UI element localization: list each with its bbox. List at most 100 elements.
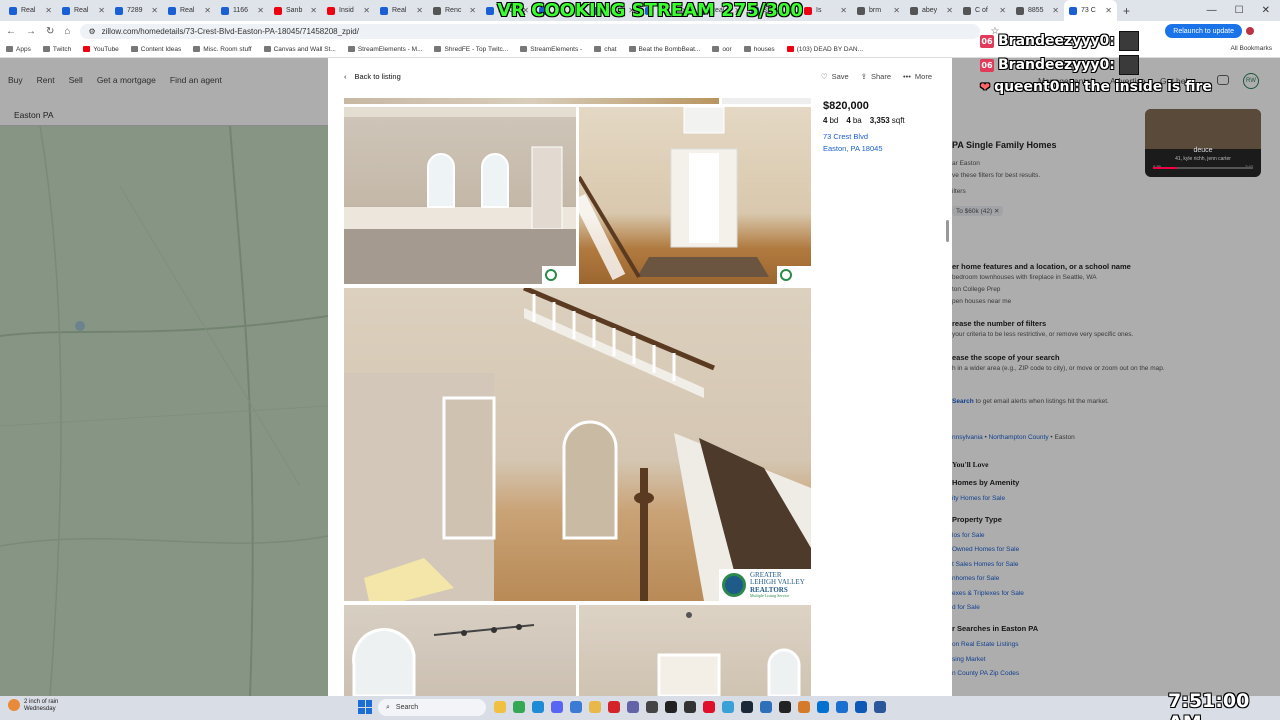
browser-tab[interactable]: C of ✕ xyxy=(958,0,1011,21)
listing-address[interactable]: 73 Crest Blvd Easton, PA 18045 xyxy=(823,131,943,155)
steam-icon[interactable] xyxy=(741,701,753,713)
reload-icon[interactable]: ↻ xyxy=(46,26,54,37)
home-icon[interactable]: ⌂ xyxy=(64,26,70,37)
github-icon[interactable] xyxy=(779,701,791,713)
bookmark-item[interactable]: StreamElements - xyxy=(520,46,582,53)
browser-tab[interactable]: abey ✕ xyxy=(905,0,958,21)
close-tab-icon[interactable]: ✕ xyxy=(999,6,1006,15)
gallery-scrollbar[interactable] xyxy=(945,98,950,696)
listing-photo[interactable] xyxy=(722,98,811,104)
youtube-icon xyxy=(786,46,794,52)
page-icon xyxy=(628,46,636,52)
more-button[interactable]: ••• More xyxy=(903,72,932,81)
listing-photo[interactable] xyxy=(344,98,719,104)
listing-photo[interactable] xyxy=(579,107,811,284)
profile-icon[interactable] xyxy=(1246,27,1254,35)
notes-icon[interactable] xyxy=(760,701,772,713)
outlook-icon[interactable] xyxy=(855,701,867,713)
bookmark-item[interactable]: Twitch xyxy=(42,46,71,53)
close-tab-icon[interactable]: ✕ xyxy=(1052,6,1059,15)
teams-icon[interactable] xyxy=(627,701,639,713)
close-tab-icon[interactable]: ✕ xyxy=(310,6,317,15)
bookmark-item[interactable]: Misc. Room stuff xyxy=(193,46,252,53)
close-tab-icon[interactable]: ✕ xyxy=(840,6,847,15)
discord-icon[interactable] xyxy=(551,701,563,713)
close-tab-icon[interactable]: ✕ xyxy=(893,6,900,15)
close-tab-icon[interactable]: ✕ xyxy=(946,6,953,15)
chrome-icon[interactable] xyxy=(513,701,525,713)
listing-photo[interactable] xyxy=(579,605,811,696)
browser-tab[interactable]: Real ✕ xyxy=(375,0,428,21)
youtube-favicon-icon xyxy=(327,6,335,15)
back-to-listing-button[interactable]: ‹ Back to listing xyxy=(344,72,401,81)
browser-tab[interactable]: Real ✕ xyxy=(57,0,110,21)
store-icon[interactable] xyxy=(570,701,582,713)
bookmark-item[interactable]: chat xyxy=(594,46,617,53)
browser-tab[interactable]: brm ✕ xyxy=(852,0,905,21)
close-tab-icon[interactable]: ✕ xyxy=(469,6,476,15)
browser-tab[interactable]: 73 C ✕ xyxy=(1064,0,1117,21)
browser-tab[interactable]: Insid ✕ xyxy=(322,0,375,21)
taskbar-search[interactable]: ⌕ Search xyxy=(378,699,486,716)
browser-tab[interactable]: Real ✕ xyxy=(163,0,216,21)
mls-logo-emblem xyxy=(722,573,746,597)
windows-start-icon[interactable] xyxy=(358,700,372,714)
browser-tab[interactable]: 1166 ✕ xyxy=(216,0,269,21)
opera-icon[interactable] xyxy=(703,701,715,713)
share-button[interactable]: ⇪ Share xyxy=(861,72,891,81)
close-tab-icon[interactable]: ✕ xyxy=(45,6,52,15)
listing-photo[interactable] xyxy=(344,605,576,696)
site-info-icon[interactable]: ⚙ xyxy=(88,27,95,36)
bookmark-item[interactable]: Beat the BombBeat... xyxy=(628,46,700,53)
word-icon[interactable] xyxy=(874,701,886,713)
save-button[interactable]: ♡ Save xyxy=(821,72,849,81)
browser-tab[interactable]: Renc ✕ xyxy=(428,0,481,21)
listing-photo-main[interactable]: GREATER LEHIGH VALLEY REALTORS Multiple … xyxy=(344,288,811,601)
close-window-icon[interactable]: ✕ xyxy=(1262,5,1270,16)
close-tab-icon[interactable]: ✕ xyxy=(98,6,105,15)
file-explorer-icon[interactable] xyxy=(494,701,506,713)
back-arrow-icon[interactable]: ← xyxy=(6,26,16,37)
close-tab-icon[interactable]: ✕ xyxy=(363,6,370,15)
zillow-favicon-icon xyxy=(168,6,176,15)
listing-photo[interactable] xyxy=(344,107,576,284)
obs-icon[interactable] xyxy=(684,701,696,713)
close-tab-icon[interactable]: ✕ xyxy=(204,6,211,15)
weather-widget[interactable]: 2 inch of rain Wednesday xyxy=(8,699,58,713)
calculator-icon[interactable] xyxy=(646,701,658,713)
maximize-icon[interactable]: ☐ xyxy=(1235,5,1244,16)
bookmark-item[interactable]: houses xyxy=(743,46,775,53)
paint-icon[interactable] xyxy=(722,701,734,713)
bookmark-item[interactable]: Content Ideas xyxy=(130,46,181,53)
folder-icon[interactable] xyxy=(589,701,601,713)
all-bookmarks-link[interactable]: All Bookmarks xyxy=(1230,45,1272,52)
bookmark-item[interactable]: ShredFE - Top Twitc... xyxy=(434,46,508,53)
terminal-icon[interactable] xyxy=(665,701,677,713)
close-tab-icon[interactable]: ✕ xyxy=(151,6,158,15)
bookmark-item[interactable]: (103) DEAD BY DAN... xyxy=(786,46,863,53)
ps-icon[interactable] xyxy=(817,701,829,713)
close-tab-icon[interactable]: ✕ xyxy=(416,6,423,15)
bookmark-item[interactable]: StreamElements - M... xyxy=(347,46,422,53)
browser-icon[interactable] xyxy=(798,701,810,713)
forward-arrow-icon[interactable]: → xyxy=(26,26,36,37)
bookmark-label: StreamElements - xyxy=(530,45,583,53)
url-field[interactable]: ⚙ zillow.com/homedetails/73-Crest-Blvd-E… xyxy=(80,23,981,39)
new-tab-icon[interactable]: + xyxy=(1123,4,1130,18)
minimize-icon[interactable]: — xyxy=(1207,5,1217,16)
acrobat-icon[interactable] xyxy=(608,701,620,713)
browser-tab[interactable]: Sanb ✕ xyxy=(269,0,322,21)
browser-tab[interactable]: 8855 ✕ xyxy=(1011,0,1064,21)
edge-icon[interactable] xyxy=(532,701,544,713)
mail-icon[interactable] xyxy=(836,701,848,713)
bookmark-item[interactable]: oor xyxy=(712,46,732,53)
bookmark-item[interactable]: Canvas and Wall St... xyxy=(263,46,336,53)
browser-tab[interactable]: Real ✕ xyxy=(4,0,57,21)
browser-tab[interactable]: 7289 ✕ xyxy=(110,0,163,21)
scrollbar-thumb[interactable] xyxy=(946,220,949,242)
close-tab-icon[interactable]: ✕ xyxy=(1105,6,1112,15)
close-tab-icon[interactable]: ✕ xyxy=(257,6,264,15)
bookmark-item[interactable]: YouTube xyxy=(83,46,119,53)
bookmark-item[interactable]: Apps xyxy=(6,46,31,53)
relaunch-button[interactable]: Relaunch to update xyxy=(1165,24,1242,38)
